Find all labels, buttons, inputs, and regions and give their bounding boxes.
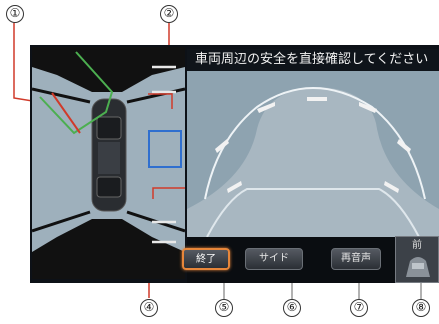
camera-display: 車両周辺の安全を直接確認してください 終了 サイド 再音声 前 (30, 45, 439, 283)
front-camera-button[interactable]: 前 (395, 236, 439, 283)
side-view-button[interactable]: サイド (245, 248, 303, 270)
top-down-view (31, 47, 186, 279)
end-button[interactable]: 終了 (182, 248, 230, 270)
rear-guide-overlay (187, 87, 439, 238)
rear-camera-view: 車両周辺の安全を直接確認してください (187, 49, 439, 238)
top-down-overlay (31, 47, 186, 279)
replay-voice-button[interactable]: 再音声 (331, 248, 381, 270)
front-camera-label: 前 (412, 240, 422, 251)
safety-warning-banner: 車両周辺の安全を直接確認してください (187, 49, 439, 71)
